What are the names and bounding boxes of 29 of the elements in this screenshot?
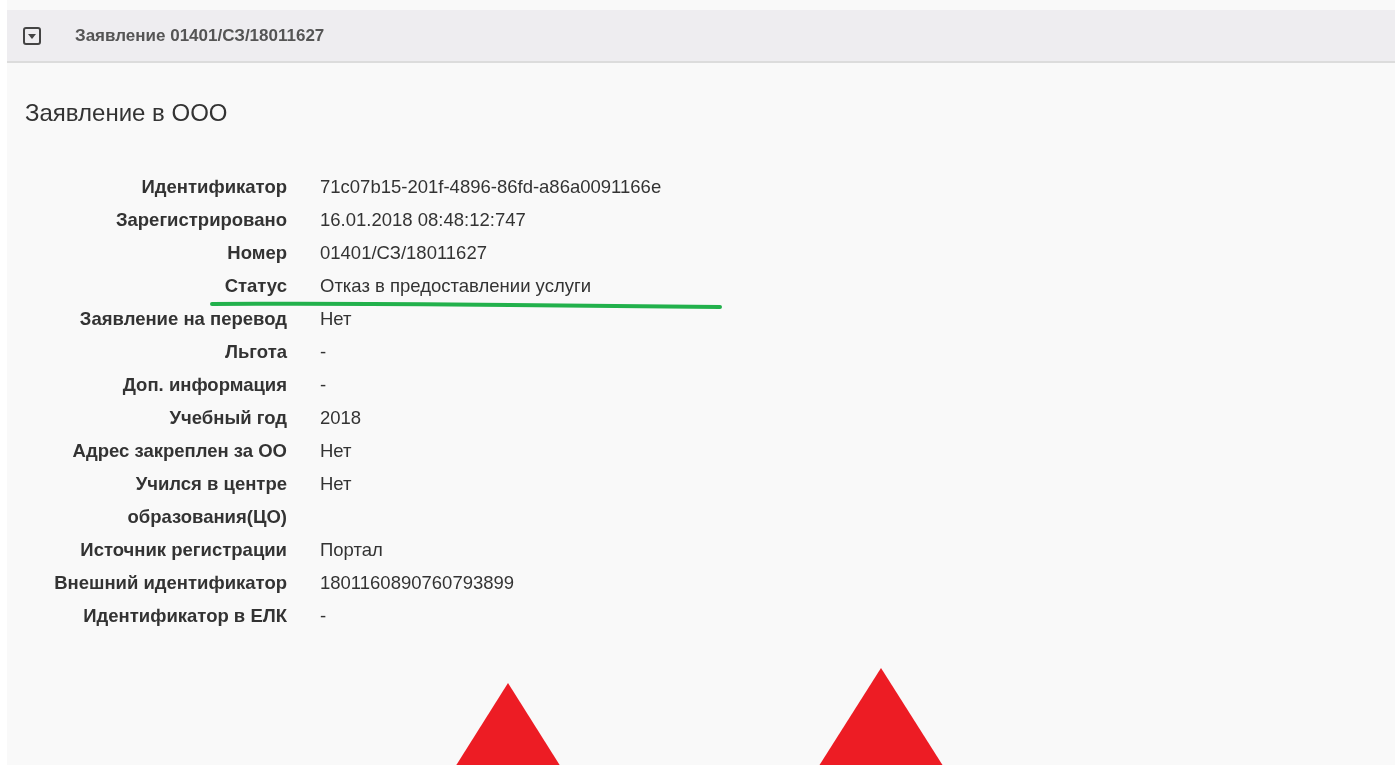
field-value: - — [320, 340, 327, 362]
field-label: Идентификатор — [141, 175, 287, 197]
field-value: 1801160890760793899 — [320, 571, 515, 593]
field-label: Зарегистрировано — [115, 208, 287, 230]
field-value: - — [320, 373, 327, 395]
field-value: 2018 — [320, 406, 362, 428]
field-label: Заявление на перевод — [79, 307, 287, 329]
field-value: Нет — [320, 472, 352, 494]
field-label: Источник регистрации — [80, 538, 287, 560]
field-value: Нет — [320, 307, 352, 329]
field-label: Внешний идентификатор — [54, 571, 287, 593]
field-value: Отказ в предоставлении услуги — [320, 274, 592, 296]
field-label: Учебный год — [169, 406, 287, 428]
field-label: Идентификатор в ЕЛК — [83, 604, 287, 626]
field-value: 16.01.2018 08:48:12:747 — [320, 208, 526, 230]
section-heading: Заявление в ООО — [25, 99, 229, 128]
field-value: 71c07b15-201f-4896-86fd-a86a0091166e — [320, 175, 662, 197]
field-value: - — [320, 604, 327, 626]
panel-title: Заявление 01401/СЗ/18011627 — [74, 24, 325, 47]
field-label: Учился в центре образования(ЦО) — [127, 472, 287, 527]
field-label: Льгота — [225, 340, 287, 362]
field-label: Доп. информация — [122, 373, 287, 395]
caret-icon — [23, 26, 41, 45]
field-label: Статус — [224, 274, 287, 296]
field-label: Номер — [227, 241, 287, 263]
field-value: Портал — [320, 538, 383, 560]
field-label: Адрес закреплен за ОО — [72, 439, 287, 461]
field-value: Нет — [320, 439, 352, 461]
field-value: 01401/СЗ/18011627 — [320, 241, 487, 263]
